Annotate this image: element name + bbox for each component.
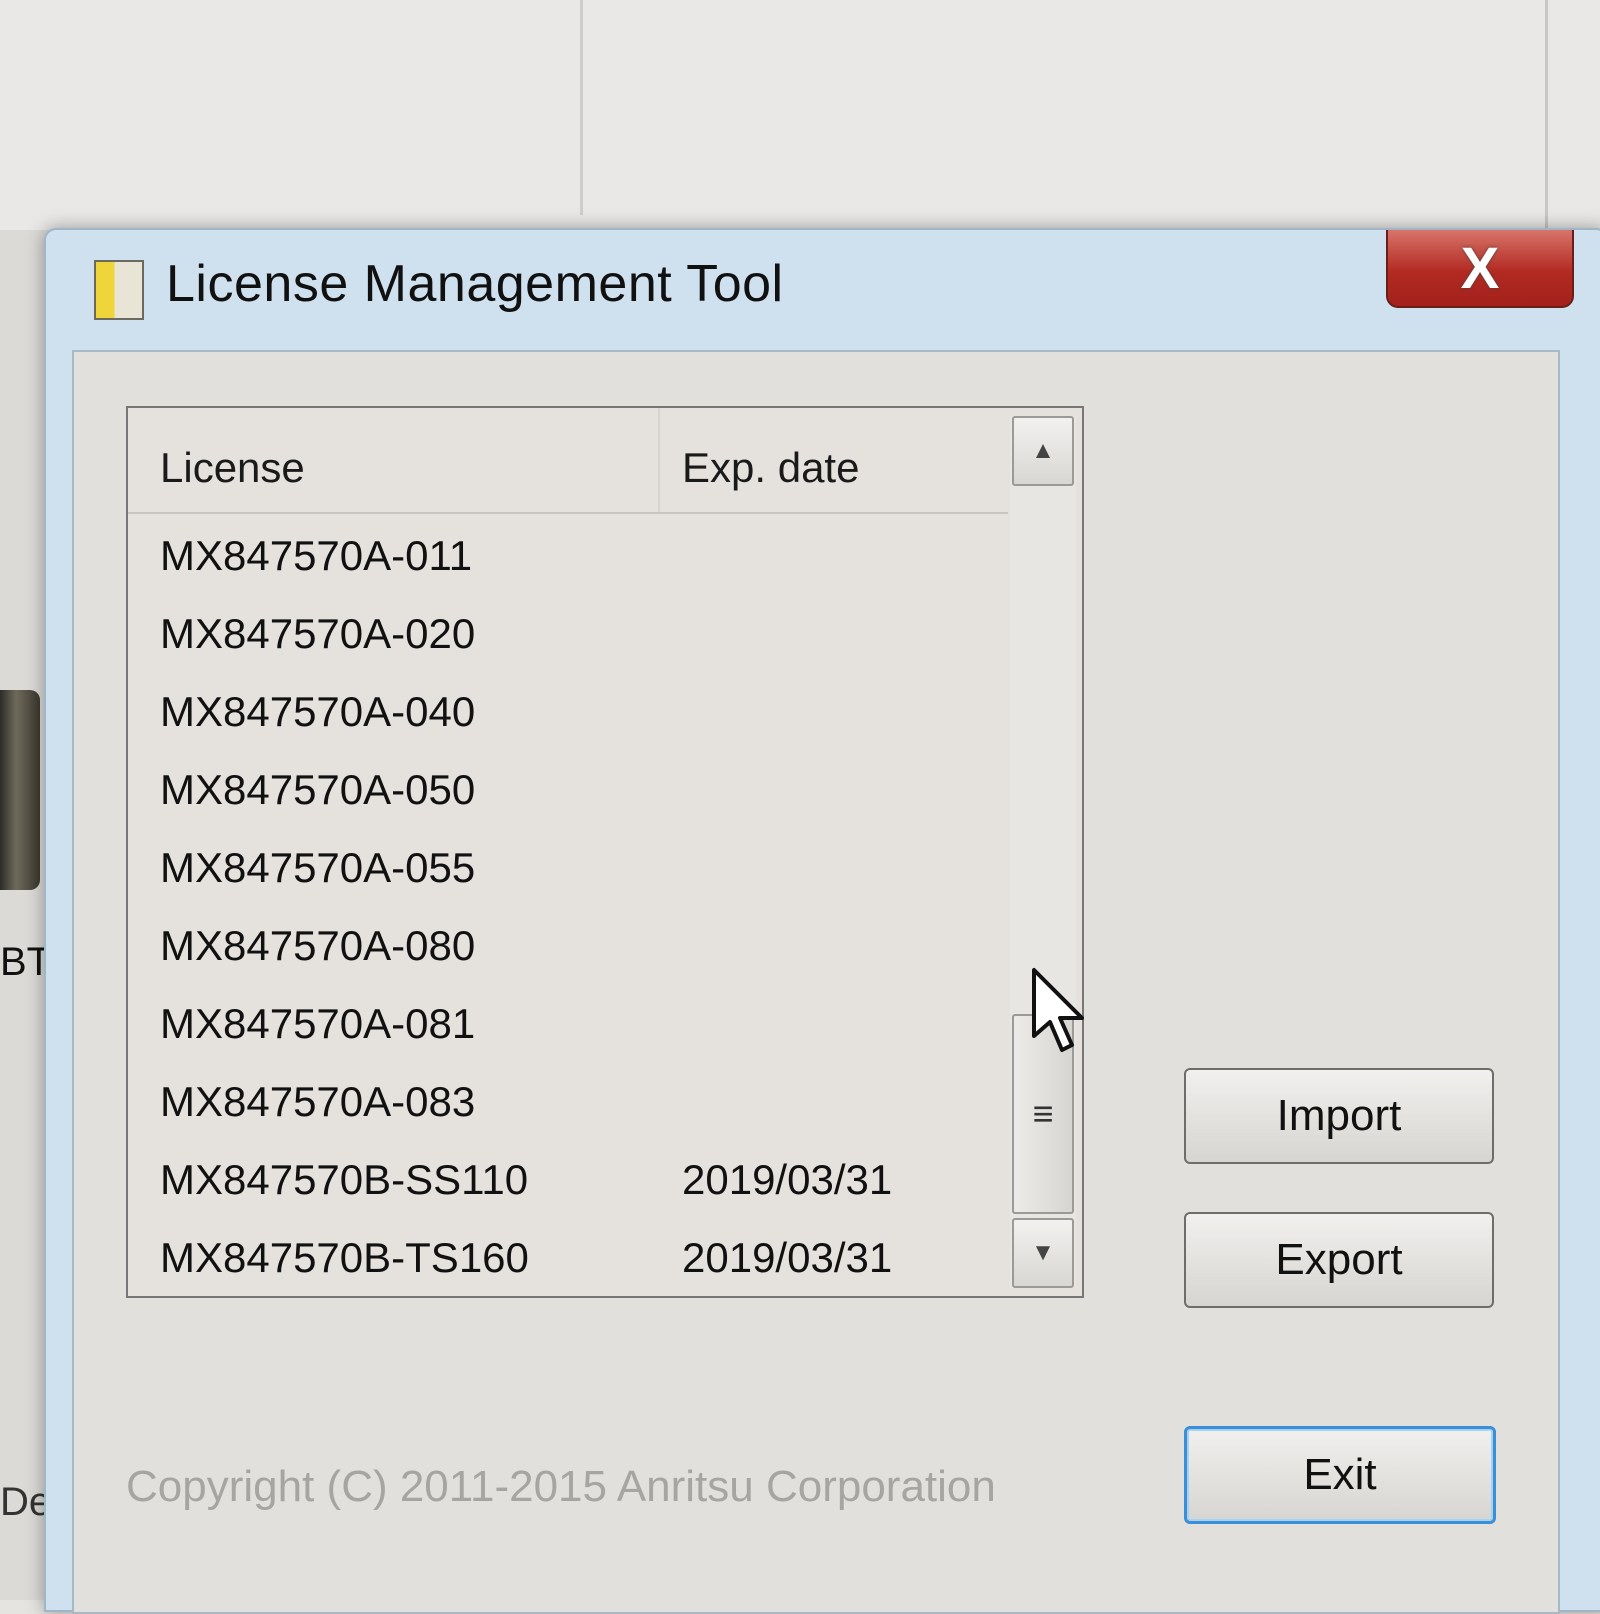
list-row[interactable]: MX847570A-083: [128, 1064, 1008, 1142]
list-row[interactable]: MX847570B-TS160 2019/03/31: [128, 1220, 1008, 1298]
background-divider: [580, 0, 583, 215]
scroll-up-button[interactable]: ▲: [1012, 416, 1074, 486]
list-row[interactable]: MX847570A-080: [128, 908, 1008, 986]
vertical-scrollbar[interactable]: ▲ ≡ ▼: [1010, 416, 1076, 1288]
license-cell: MX847570A-050: [160, 766, 476, 813]
list-row[interactable]: MX847570B-SS110 2019/03/31: [128, 1142, 1008, 1220]
export-button[interactable]: Export: [1184, 1212, 1494, 1308]
exit-button[interactable]: Exit: [1184, 1426, 1496, 1524]
license-list[interactable]: License Exp. date MX847570A-011 MX847570…: [126, 406, 1084, 1298]
license-cell: MX847570A-040: [160, 688, 476, 735]
background-device-image: [0, 690, 40, 890]
exp-date-cell: 2019/03/31: [682, 1156, 893, 1203]
list-row[interactable]: MX847570A-081: [128, 986, 1008, 1064]
background-divider: [1545, 0, 1548, 230]
scroll-up-arrow-icon: ▲: [1031, 437, 1055, 464]
list-rows: MX847570A-011 MX847570A-020 MX847570A-04…: [128, 518, 1008, 1298]
license-management-window: License Management Tool X License Exp. d…: [44, 228, 1600, 1614]
license-cell: MX847570A-080: [160, 922, 476, 969]
import-button[interactable]: Import: [1184, 1068, 1494, 1164]
grip-icon: ≡: [1032, 1093, 1054, 1134]
window-title: License Management Tool: [166, 255, 784, 313]
license-cell: MX847570A-081: [160, 1000, 476, 1047]
mouse-pointer-icon: [1032, 968, 1084, 1052]
desktop-background: [0, 0, 1600, 230]
background-window-edge: [0, 230, 48, 1600]
copyright-text: Copyright (C) 2011-2015 Anritsu Corporat…: [126, 1462, 996, 1511]
list-row[interactable]: MX847570A-020: [128, 596, 1008, 674]
close-icon: X: [1460, 235, 1500, 301]
column-header-license[interactable]: License: [160, 444, 305, 492]
column-separator[interactable]: [658, 408, 660, 512]
license-cell: MX847570B-TS160: [160, 1234, 529, 1281]
close-button[interactable]: X: [1386, 230, 1574, 308]
list-row[interactable]: MX847570A-050: [128, 752, 1008, 830]
list-header: License Exp. date: [128, 408, 1008, 514]
license-cell: MX847570A-011: [160, 532, 473, 579]
license-cell: MX847570A-083: [160, 1078, 476, 1125]
window-client-area: License Exp. date MX847570A-011 MX847570…: [72, 350, 1560, 1614]
license-cell: MX847570A-020: [160, 610, 476, 657]
license-app-icon: [94, 260, 144, 320]
license-cell: MX847570B-SS110: [160, 1156, 529, 1203]
exp-date-cell: 2019/03/31: [682, 1234, 893, 1281]
license-cell: MX847570A-055: [160, 844, 476, 891]
list-row[interactable]: MX847570A-011: [128, 518, 1008, 596]
title-bar[interactable]: License Management Tool X: [46, 230, 1600, 350]
list-row[interactable]: MX847570A-055: [128, 830, 1008, 908]
column-header-exp-date[interactable]: Exp. date: [682, 444, 859, 492]
scroll-down-arrow-icon: ▼: [1031, 1239, 1055, 1266]
scroll-down-button[interactable]: ▼: [1012, 1218, 1074, 1288]
list-row[interactable]: MX847570A-040: [128, 674, 1008, 752]
